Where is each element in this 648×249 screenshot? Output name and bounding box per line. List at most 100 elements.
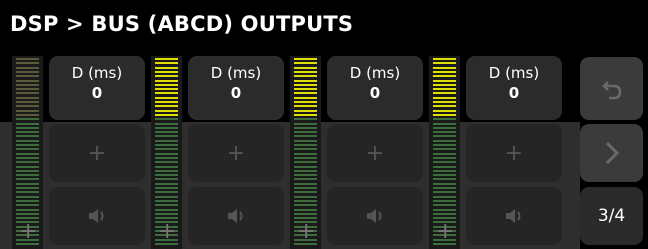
- delay-value: 0: [91, 84, 103, 102]
- meter-segment: [433, 148, 456, 151]
- plus-icon: +: [158, 219, 177, 244]
- delay-value: 0: [230, 84, 242, 102]
- meter-segment: [433, 131, 456, 134]
- meter-segment: [155, 195, 178, 198]
- plus-icon: +: [436, 219, 455, 244]
- plus-icon: +: [504, 140, 524, 166]
- mute-button-3[interactable]: [327, 187, 423, 245]
- meter-segment: [155, 101, 178, 103]
- meter-segment: [16, 122, 39, 125]
- meter-segment: [433, 174, 456, 177]
- meter-segment: [155, 208, 178, 211]
- add-button-1[interactable]: +: [49, 124, 145, 182]
- meter-segment: [294, 135, 317, 138]
- meter-segment: [294, 161, 317, 164]
- meter-segment: [155, 182, 178, 185]
- meter-segment: [16, 83, 39, 86]
- meter-segment: [16, 187, 39, 189]
- meter-segment: [155, 152, 178, 155]
- meter-segment: [155, 199, 178, 202]
- meter-segment: [16, 144, 39, 146]
- mute-button-1[interactable]: [49, 187, 145, 245]
- meter-segment: [155, 79, 178, 82]
- delay-label: D (ms): [349, 64, 401, 82]
- meter-segment: [433, 208, 456, 211]
- meter-segment: [16, 212, 39, 215]
- page-indicator-button[interactable]: 3/4: [580, 187, 643, 245]
- meter-segment: [16, 195, 39, 198]
- meter-segment: [16, 182, 39, 185]
- meter-segment: [155, 109, 178, 112]
- delay-button-4[interactable]: D (ms) 0: [466, 56, 562, 120]
- meter-segment: [433, 122, 456, 125]
- meter-segment: [155, 62, 178, 65]
- meter-segment: [16, 58, 39, 60]
- delay-button-2[interactable]: D (ms) 0: [188, 56, 284, 120]
- meter-segment: [294, 195, 317, 198]
- meter-segment: [433, 126, 456, 129]
- meter-segment: [16, 75, 39, 78]
- meter-segment: [155, 144, 178, 146]
- meter-segment: [16, 178, 39, 181]
- add-button-2[interactable]: +: [188, 124, 284, 182]
- meter-segment: [16, 126, 39, 129]
- delay-button-1[interactable]: D (ms) 0: [49, 56, 145, 120]
- meter-segment: [294, 109, 317, 112]
- meter-segment: [16, 191, 39, 194]
- meter-segment: [155, 88, 178, 91]
- undo-button[interactable]: [580, 57, 643, 120]
- meter-segment: [433, 199, 456, 202]
- header-bar: DSP > BUS (ABCD) OUTPUTS: [0, 0, 648, 52]
- meter-segment: [155, 66, 178, 69]
- meter-segment: [433, 66, 456, 69]
- meter-segment: [433, 204, 456, 207]
- meter-segment: [16, 152, 39, 155]
- meter-segment: [155, 105, 178, 108]
- page-title: DSP > BUS (ABCD) OUTPUTS: [10, 12, 354, 36]
- delay-button-3[interactable]: D (ms) 0: [327, 56, 423, 120]
- meter-segment: [433, 135, 456, 138]
- meter-segment: [294, 199, 317, 202]
- meter-segment: [433, 169, 456, 172]
- delay-value: 0: [369, 84, 381, 102]
- meter-segment: [16, 96, 39, 99]
- meter-segment: [16, 161, 39, 164]
- meter-segment: [433, 182, 456, 185]
- meter-segment: [16, 139, 39, 142]
- meter-segment: [16, 131, 39, 134]
- meter-segment: [433, 187, 456, 189]
- meter-segment: [155, 126, 178, 129]
- meter-segment: [294, 139, 317, 142]
- meter-segment: [433, 156, 456, 159]
- meter-segment: [16, 204, 39, 207]
- add-button-3[interactable]: +: [327, 124, 423, 182]
- meter-segment: [155, 113, 178, 116]
- delay-label: D (ms): [488, 64, 540, 82]
- mute-button-4[interactable]: [466, 187, 562, 245]
- meter-segment: [294, 79, 317, 82]
- meter-segment: [433, 96, 456, 99]
- meter-segment: [294, 165, 317, 168]
- meter-segment: [155, 174, 178, 177]
- mute-button-2[interactable]: [188, 187, 284, 245]
- meter-segment: [294, 204, 317, 207]
- speaker-icon: [506, 209, 521, 223]
- meter-segment: [294, 148, 317, 151]
- meter-segment: [16, 105, 39, 108]
- meter-segment: [16, 92, 39, 95]
- meter-segment: [294, 118, 317, 121]
- meter-segment: [294, 96, 317, 99]
- meter-segment: [155, 118, 178, 121]
- meter-segment: [155, 122, 178, 125]
- meter-segment: [155, 70, 178, 73]
- meter-segment: [433, 83, 456, 86]
- meter-segment: [155, 92, 178, 95]
- page-indicator: 3/4: [597, 206, 626, 226]
- meter-segment: [16, 208, 39, 211]
- meter-segment: [155, 156, 178, 159]
- add-button-4[interactable]: +: [466, 124, 562, 182]
- meter-segment: [433, 178, 456, 181]
- undo-icon: [601, 80, 621, 99]
- next-button[interactable]: [580, 124, 643, 182]
- meter-segment: [433, 109, 456, 112]
